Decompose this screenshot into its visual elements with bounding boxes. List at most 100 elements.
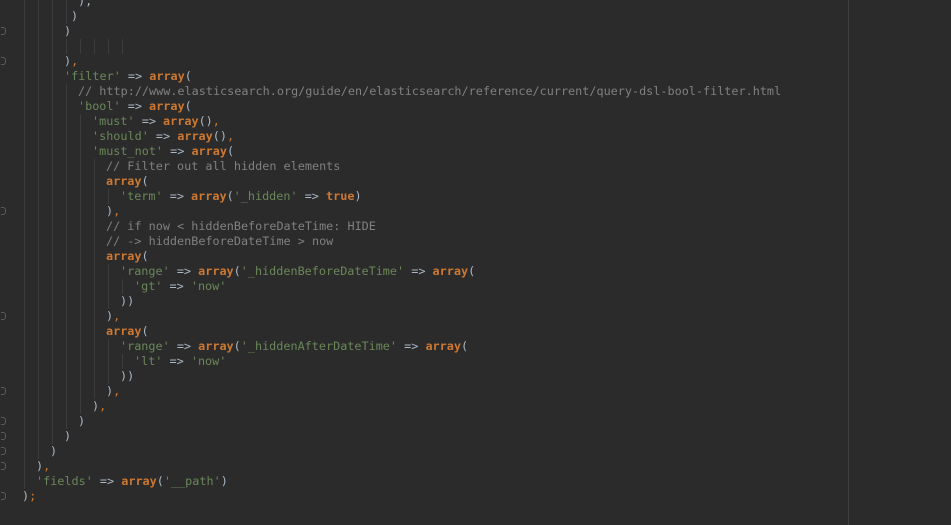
code-token: 'now': [190, 354, 227, 368]
code-token: (: [468, 264, 476, 278]
code-token: (: [226, 144, 235, 158]
code-token: 'fields': [36, 474, 93, 488]
code-token: array: [198, 264, 234, 278]
code-token: // http://www.elasticsearch.org/guide/en…: [78, 84, 782, 98]
code-token: =>: [404, 264, 433, 278]
code-editor[interactable]: ),))),'filter' => array(// http://www.el…: [0, 0, 951, 525]
code-token: =>: [162, 189, 192, 203]
indent-guide: [94, 39, 95, 54]
code-line: 'term' => array('_hidden' => true): [120, 189, 362, 204]
code-token: 'must_not': [92, 144, 164, 158]
fold-toggle-icon[interactable]: [1, 387, 6, 395]
indent-guide: [80, 39, 81, 54]
code-token: ): [64, 429, 72, 443]
code-token: '__path': [163, 474, 221, 488]
code-token: ): [64, 24, 72, 38]
fold-toggle-icon[interactable]: [1, 447, 6, 455]
fold-toggle-icon[interactable]: [1, 312, 6, 320]
fold-toggle-icon[interactable]: [1, 492, 6, 500]
fold-toggle-icon[interactable]: [1, 57, 6, 65]
code-line: ): [64, 24, 71, 39]
code-line: 'fields' => array('__path'): [36, 474, 228, 489]
code-token: =>: [397, 339, 426, 353]
code-token: (: [233, 339, 241, 353]
code-token: ,: [113, 384, 121, 398]
code-line: )): [120, 369, 134, 384]
code-token: // Filter out all hidden elements: [106, 159, 341, 173]
code-token: array: [425, 339, 461, 353]
indent-guide: [66, 0, 67, 24]
fold-toggle-icon[interactable]: [1, 417, 6, 425]
code-token: 'range': [120, 339, 170, 353]
fold-toggle-icon[interactable]: [1, 462, 6, 470]
code-token: 'should': [92, 129, 149, 143]
code-token: ,: [99, 399, 107, 413]
code-token: 'range': [120, 264, 170, 278]
code-line: ): [71, 9, 78, 24]
code-token: =>: [163, 144, 192, 158]
indent-guide: [94, 159, 95, 399]
code-token: (: [233, 264, 241, 278]
code-token: =>: [169, 339, 199, 353]
code-token: =>: [134, 114, 164, 128]
code-token: ): [78, 414, 86, 428]
indent-guide: [108, 189, 109, 204]
code-line: 'lt' => 'now': [134, 354, 226, 369]
code-token: array: [149, 99, 185, 113]
code-line: ),: [78, 0, 92, 9]
code-token: array: [149, 69, 185, 83]
code-token: array: [163, 114, 199, 128]
code-token: array: [191, 144, 227, 158]
indent-guide: [38, 0, 39, 459]
code-token: true: [326, 189, 355, 203]
code-token: array: [198, 339, 234, 353]
code-token: ,: [113, 204, 121, 218]
code-line: 'filter' => array(: [64, 69, 192, 84]
code-line: ),: [106, 384, 120, 399]
code-area[interactable]: ),))),'filter' => array(// http://www.el…: [8, 0, 951, 525]
indent-guide: [122, 39, 123, 54]
code-token: ): [50, 444, 58, 458]
code-token: (: [141, 324, 149, 338]
indent-guide: [52, 0, 53, 444]
code-token: array: [106, 324, 142, 338]
indent-guide: [108, 339, 109, 384]
code-token: (): [212, 129, 227, 143]
code-line: 'must_not' => array(: [92, 144, 234, 159]
code-line: // -> hiddenBeforeDateTime > now: [106, 234, 333, 249]
fold-toggle-icon[interactable]: [1, 27, 6, 35]
code-line: ): [64, 429, 71, 444]
code-token: 'now': [190, 279, 227, 293]
code-token: ,: [212, 114, 220, 128]
fold-toggle-icon[interactable]: [1, 432, 6, 440]
fold-toggle-icon[interactable]: [1, 207, 6, 215]
indent-guide: [66, 84, 67, 429]
code-line: ),: [106, 309, 120, 324]
code-token: 'term': [120, 189, 163, 203]
code-token: ),: [78, 0, 93, 8]
code-token: // -> hiddenBeforeDateTime > now: [106, 234, 334, 248]
code-token: ,: [113, 309, 121, 323]
code-token: ,: [71, 54, 79, 68]
code-line: ): [78, 414, 85, 429]
code-line: // if now < hiddenBeforeDateTime: HIDE: [106, 219, 376, 234]
indent-guide: [122, 279, 123, 294]
code-line: array(: [106, 324, 149, 339]
code-token: )): [120, 294, 135, 308]
code-token: (: [226, 189, 234, 203]
code-token: '_hidden': [233, 189, 298, 203]
code-token: // if now < hiddenBeforeDateTime: HIDE: [106, 219, 376, 233]
indent-guide: [66, 39, 67, 54]
code-token: =>: [162, 354, 191, 368]
code-token: array: [121, 474, 157, 488]
code-token: =>: [120, 99, 150, 113]
code-token: =>: [120, 69, 150, 83]
code-line: 'range' => array('_hiddenAfterDateTime' …: [120, 339, 468, 354]
indent-guide: [80, 114, 81, 414]
code-token: ): [71, 9, 79, 23]
code-line: // http://www.elasticsearch.org/guide/en…: [78, 84, 781, 99]
code-token: array: [191, 189, 227, 203]
code-token: =>: [162, 279, 191, 293]
code-line: 'gt' => 'now': [134, 279, 226, 294]
code-token: '_hiddenBeforeDateTime': [240, 264, 405, 278]
